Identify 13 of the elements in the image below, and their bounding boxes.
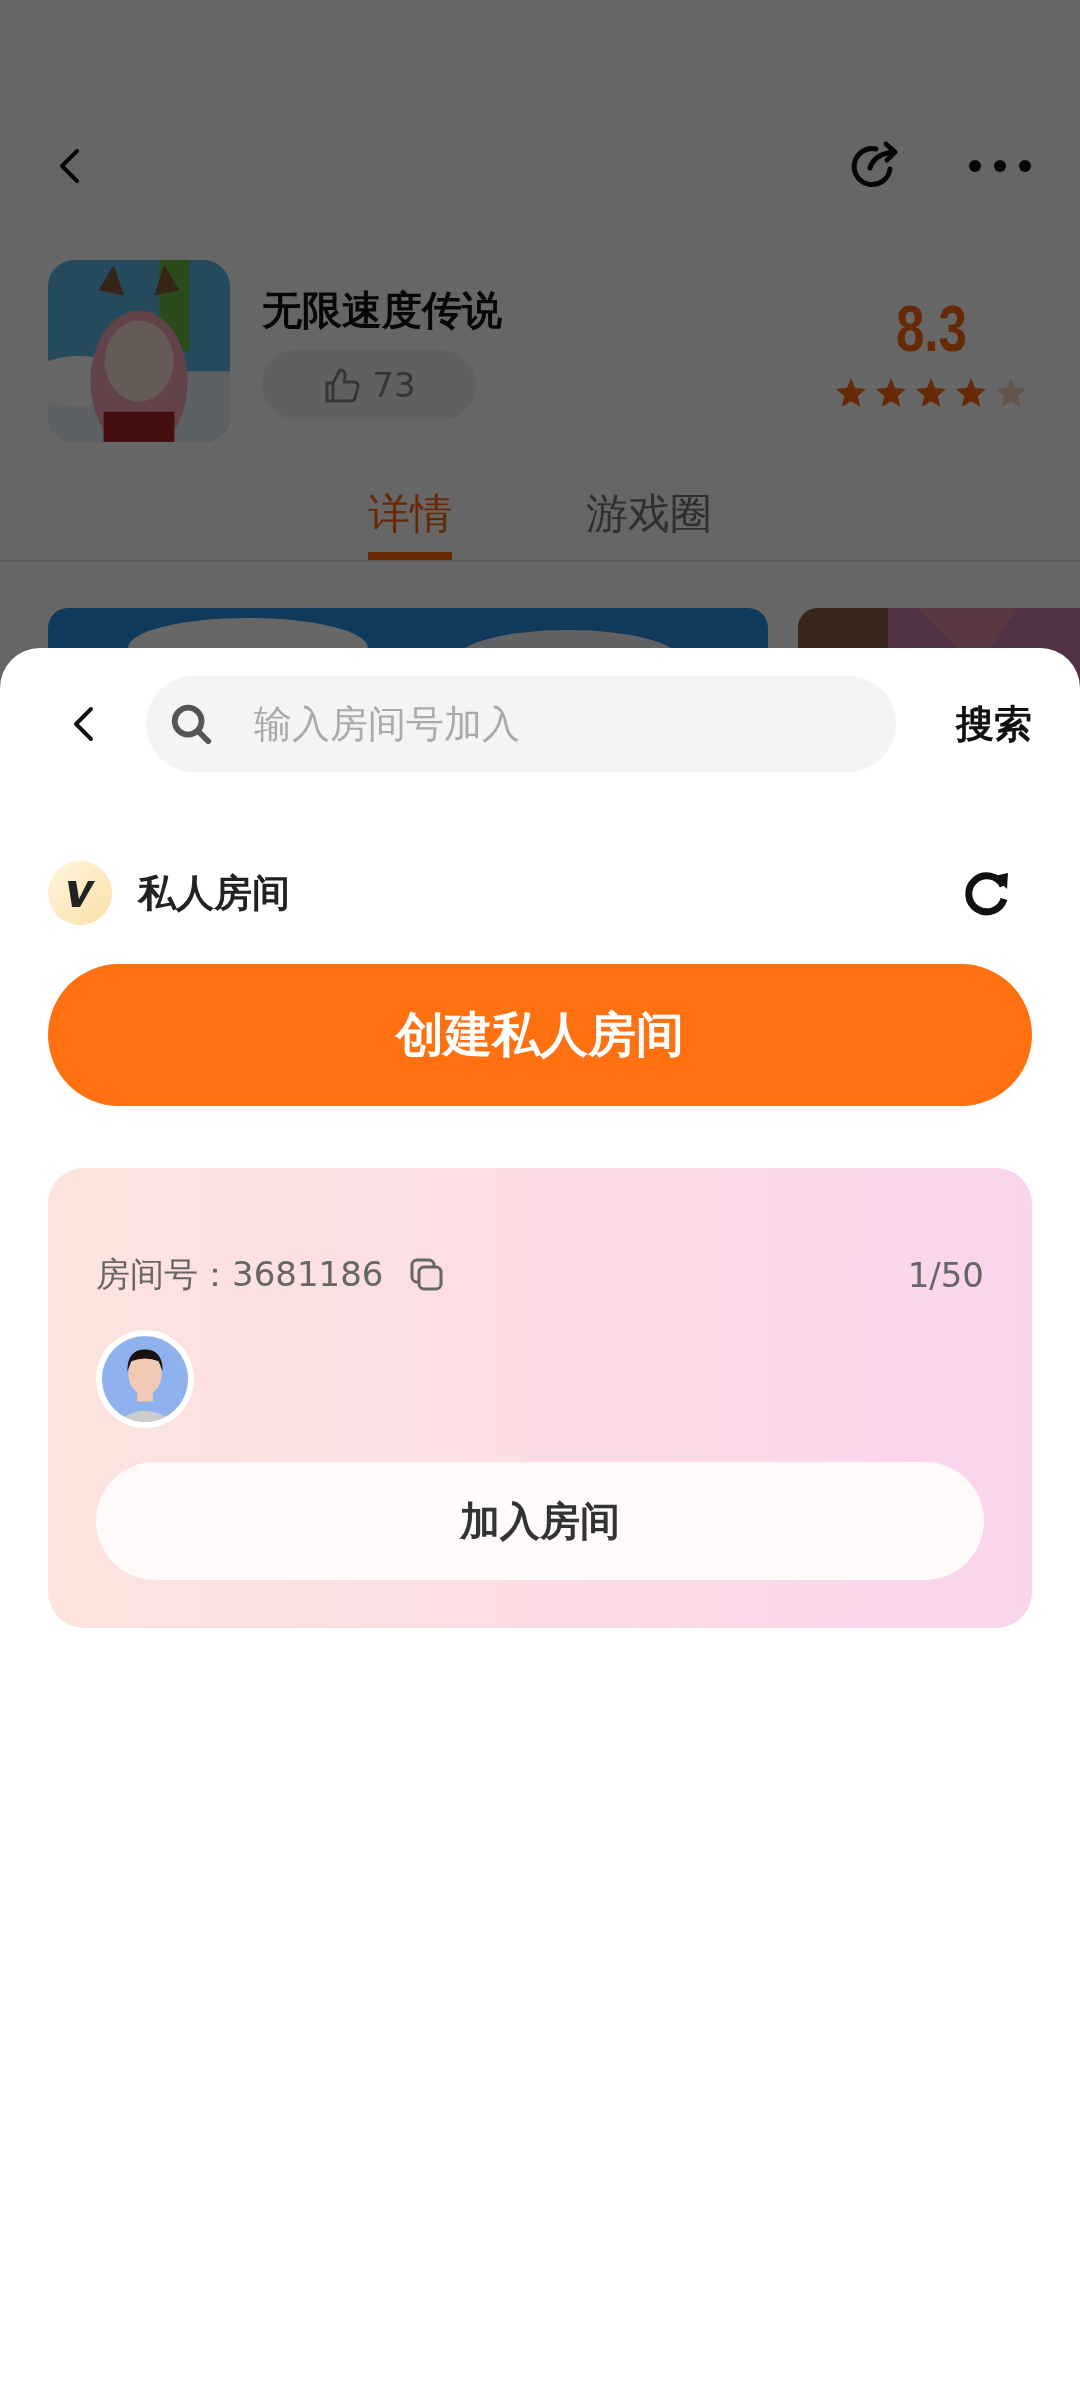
search-field[interactable]: 输入房间号加入 — [146, 676, 896, 772]
copy-icon[interactable] — [409, 1257, 446, 1293]
room-number: 房间号：3681186 — [96, 1253, 384, 1296]
search-button[interactable]: 搜索 — [956, 698, 1032, 750]
create-room-button[interactable]: 创建私人房间 — [48, 964, 1032, 1106]
more-icon[interactable] — [968, 159, 1032, 173]
section-title: 私人房间 — [138, 869, 290, 917]
tab[interactable]: 详情 — [368, 472, 452, 560]
join-room-button[interactable]: 加入房间 — [96, 1462, 984, 1580]
game-title: 无限速度传说 — [262, 285, 502, 335]
member-count: 1/50 — [907, 1255, 984, 1295]
game-score: 8.3 — [895, 292, 967, 366]
logo-icon — [48, 861, 112, 925]
